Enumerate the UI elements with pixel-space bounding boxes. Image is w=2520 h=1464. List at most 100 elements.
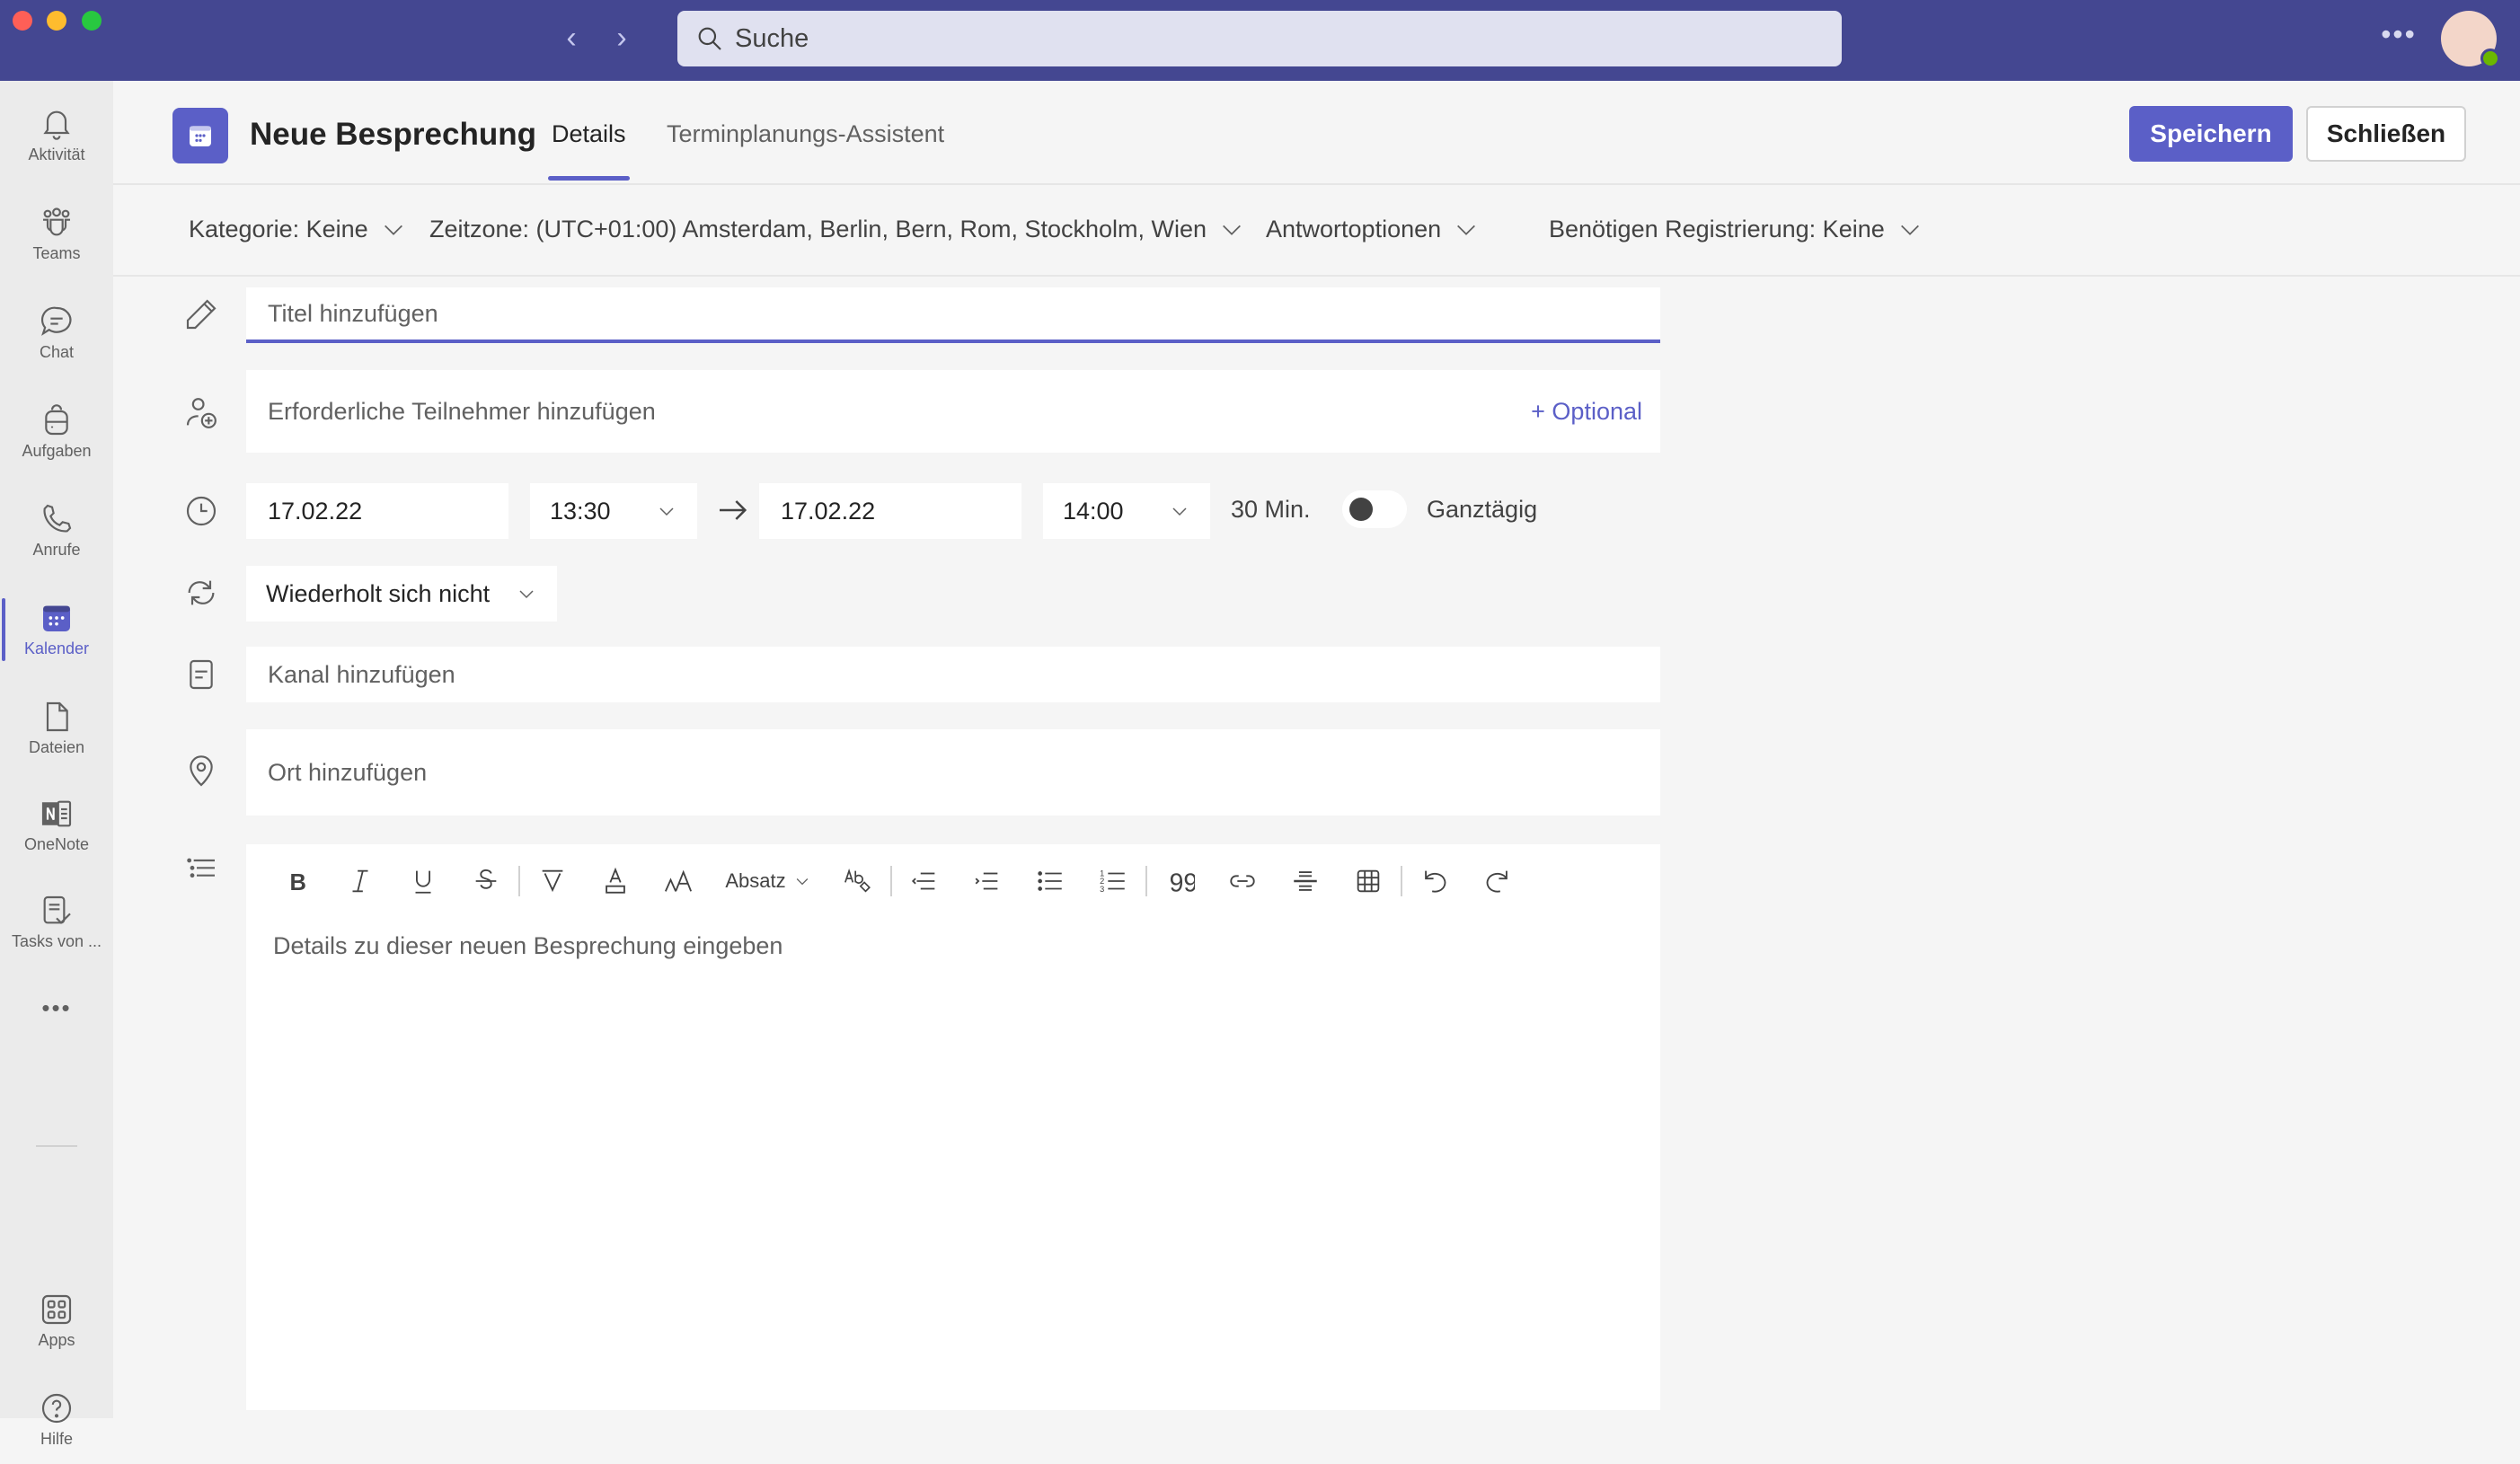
highlight-icon	[542, 869, 563, 893]
status-available-icon	[2480, 49, 2500, 68]
rail-item-teams[interactable]: Teams	[0, 189, 113, 278]
onenote-icon	[41, 800, 72, 826]
end-date-input[interactable]: 17.02.22	[759, 483, 1021, 539]
rail-item-help[interactable]: Hilfe	[0, 1374, 113, 1464]
tab-details[interactable]: Details	[548, 120, 630, 181]
start-time-dropdown[interactable]: 13:30	[530, 483, 697, 539]
add-optional-attendees-link[interactable]: + Optional	[1531, 370, 1642, 453]
rail-label: Dateien	[28, 737, 85, 756]
rail-item-calls[interactable]: Anrufe	[0, 485, 113, 575]
font-color-button[interactable]	[584, 856, 647, 906]
rail-item-onenote[interactable]: OneNote	[0, 780, 113, 869]
numbered-list-icon: 123	[1100, 869, 1125, 894]
numbered-list-button[interactable]: 123	[1082, 856, 1145, 906]
indent-icon	[975, 872, 998, 890]
minimize-window-button[interactable]	[47, 11, 66, 31]
close-window-button[interactable]	[13, 11, 32, 31]
increase-indent-button[interactable]	[956, 856, 1019, 906]
end-time-dropdown[interactable]: 14:00	[1043, 483, 1210, 539]
rail-item-calendar[interactable]: Kalender	[0, 584, 113, 674]
category-dropdown[interactable]: Kategorie: Keine	[189, 216, 406, 243]
rail-more-button[interactable]: •••	[0, 979, 113, 1033]
tab-scheduling-assistant[interactable]: Terminplanungs-Assistent	[667, 120, 944, 148]
response-options-label: Antwortoptionen	[1266, 216, 1442, 243]
rail-label: Aktivität	[28, 145, 85, 163]
underline-button[interactable]	[392, 856, 455, 906]
forward-button[interactable]: ›	[604, 20, 640, 56]
bold-button[interactable]: B	[266, 856, 329, 906]
paragraph-style-dropdown[interactable]: Absatz	[710, 856, 827, 906]
maximize-window-button[interactable]	[82, 11, 102, 31]
timezone-dropdown[interactable]: Zeitzone: (UTC+01:00) Amsterdam, Berlin,…	[429, 216, 1244, 243]
rail-item-chat[interactable]: Chat	[0, 287, 113, 377]
insert-link-button[interactable]	[1211, 856, 1274, 906]
avatar[interactable]	[2441, 11, 2500, 68]
toggle-knob	[1349, 498, 1373, 521]
channel-input[interactable]: Kanal hinzufügen	[246, 647, 1660, 702]
title-input[interactable]: Titel hinzufügen	[246, 287, 1660, 343]
rail-item-tasks-by[interactable]: Tasks von ...	[0, 877, 113, 966]
underline-icon	[415, 870, 431, 894]
decrease-indent-button[interactable]	[893, 856, 956, 906]
close-button[interactable]: Schließen	[2306, 106, 2466, 162]
details-editor[interactable]: B Absatz 123 99	[246, 844, 1660, 1410]
font-size-button[interactable]	[647, 856, 710, 906]
rail-label: Anrufe	[32, 540, 81, 559]
italic-button[interactable]	[329, 856, 392, 906]
rail-item-apps[interactable]: Apps	[0, 1275, 113, 1365]
rail-item-files[interactable]: Dateien	[0, 683, 113, 772]
outdent-icon	[911, 872, 935, 890]
bullet-list-icon	[1038, 871, 1062, 891]
recurrence-dropdown[interactable]: Wiederholt sich nicht	[246, 566, 557, 622]
attendees-input[interactable]: Erforderliche Teilnehmer hinzufügen + Op…	[246, 370, 1660, 453]
redo-button[interactable]	[1466, 856, 1529, 906]
registration-label: Benötigen Registrierung: Keine	[1549, 216, 1885, 243]
chevron-down-icon	[796, 878, 808, 886]
bullet-list-button[interactable]	[1019, 856, 1082, 906]
start-date-input[interactable]: 17.02.22	[246, 483, 508, 539]
chevron-down-icon	[1900, 225, 1919, 235]
strikethrough-button[interactable]	[455, 856, 517, 906]
apps-icon	[41, 1294, 72, 1324]
link-icon	[1230, 875, 1255, 887]
details-text-area[interactable]: Details zu dieser neuen Besprechung eing…	[273, 932, 783, 960]
back-button[interactable]: ‹	[553, 20, 589, 56]
toolbar-divider	[518, 866, 520, 896]
chevron-down-icon	[659, 507, 674, 516]
registration-dropdown[interactable]: Benötigen Registrierung: Keine	[1549, 216, 1923, 243]
horizontal-rule-button[interactable]	[1274, 856, 1337, 906]
rail-item-activity[interactable]: Aktivität	[0, 90, 113, 180]
file-icon	[46, 701, 68, 731]
rail-item-tasks[interactable]: Aufgaben	[0, 386, 113, 476]
all-day-toggle[interactable]	[1342, 490, 1407, 528]
main-content: Neue Besprechung Details Terminplanungs-…	[113, 81, 2520, 1418]
location-input[interactable]: Ort hinzufügen	[246, 729, 1660, 816]
add-people-icon	[186, 398, 217, 428]
response-options-dropdown[interactable]: Antwortoptionen	[1266, 216, 1479, 243]
toolbar-divider	[890, 866, 892, 896]
undo-button[interactable]	[1403, 856, 1466, 906]
clock-icon	[186, 496, 217, 526]
search-input[interactable]	[735, 23, 1723, 54]
tasks-icon	[43, 895, 71, 924]
rail-label: Hilfe	[40, 1429, 73, 1448]
highlight-button[interactable]	[521, 856, 584, 906]
save-button[interactable]: Speichern	[2129, 106, 2293, 162]
calendar-app-icon	[172, 108, 228, 163]
rail-label: Chat	[39, 342, 75, 361]
format-toolbar: B Absatz 123 99	[246, 844, 1660, 918]
rail-label: Tasks von ...	[11, 931, 102, 950]
timezone-label: Zeitzone: (UTC+01:00) Amsterdam, Berlin,…	[429, 216, 1207, 243]
chevron-down-icon	[1457, 225, 1476, 235]
clear-formatting-button[interactable]	[827, 856, 889, 906]
rail-label: Apps	[38, 1330, 75, 1349]
quote-button[interactable]: 99	[1148, 856, 1211, 906]
insert-table-button[interactable]	[1337, 856, 1400, 906]
search-box[interactable]	[677, 11, 1842, 66]
teams-icon	[43, 207, 70, 235]
bell-icon	[43, 110, 70, 140]
font-color-icon	[606, 867, 625, 894]
location-pin-icon	[190, 755, 213, 787]
all-day-label: Ganztägig	[1427, 496, 1538, 523]
more-options-button[interactable]: •••	[2379, 20, 2418, 50]
